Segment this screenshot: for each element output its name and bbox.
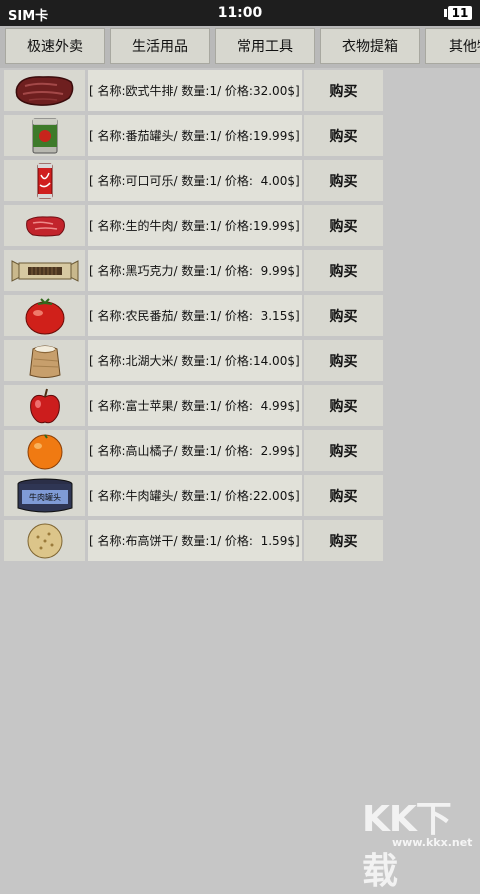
list-item: [ 名称:北湖大米/ 数量:1/ 价格:14.00$] 购买: [4, 340, 384, 381]
product-image: [4, 385, 85, 426]
buy-button[interactable]: 购买: [304, 295, 383, 336]
tab-common-tools[interactable]: 常用工具: [215, 28, 315, 64]
product-info: [ 名称:北湖大米/ 数量:1/ 价格:14.00$]: [88, 340, 302, 381]
tab-clothing-case[interactable]: 衣物提箱: [320, 28, 420, 64]
product-info: [ 名称:欧式牛排/ 数量:1/ 价格:32.00$]: [88, 70, 302, 111]
product-info: [ 名称:农民番茄/ 数量:1/ 价格: 3.15$]: [88, 295, 302, 336]
product-info: [ 名称:布高饼干/ 数量:1/ 价格: 1.59$]: [88, 520, 302, 561]
product-image: [4, 115, 85, 156]
list-item: [ 名称:可口可乐/ 数量:1/ 价格: 4.00$] 购买: [4, 160, 384, 201]
product-image: [4, 205, 85, 246]
product-image: [4, 340, 85, 381]
rice-sack-icon: [28, 345, 61, 378]
buy-button[interactable]: 购买: [304, 520, 383, 561]
buy-button[interactable]: 购买: [304, 385, 383, 426]
product-info: [ 名称:牛肉罐头/ 数量:1/ 价格:22.00$]: [88, 475, 302, 516]
beef-can-label: 牛肉罐头: [29, 492, 61, 502]
battery-icon: 11: [444, 6, 472, 20]
watermark-url: www.kkx.net: [392, 836, 473, 849]
chocolate-icon: [11, 259, 78, 282]
product-image: [4, 160, 85, 201]
product-info: [ 名称:番茄罐头/ 数量:1/ 价格:19.99$]: [88, 115, 302, 156]
product-image: [4, 430, 85, 471]
product-image: [4, 250, 85, 291]
buy-button[interactable]: 购买: [304, 70, 383, 111]
list-item: [ 名称:欧式牛排/ 数量:1/ 价格:32.00$] 购买: [4, 70, 384, 111]
list-item: [ 名称:高山橘子/ 数量:1/ 价格: 2.99$] 购买: [4, 430, 384, 471]
buy-button[interactable]: 购买: [304, 205, 383, 246]
product-info: [ 名称:高山橘子/ 数量:1/ 价格: 2.99$]: [88, 430, 302, 471]
cola-icon: [37, 163, 52, 198]
tomato-can-icon: [32, 118, 57, 153]
status-bar: SIM卡 11:00 11: [0, 0, 480, 26]
product-image: [4, 70, 85, 111]
orange-icon: [27, 433, 62, 469]
tab-daily-goods[interactable]: 生活用品: [110, 28, 210, 64]
buy-button[interactable]: 购买: [304, 250, 383, 291]
apple-icon: [29, 388, 60, 423]
clock: 11:00: [217, 5, 263, 21]
buy-button[interactable]: 购买: [304, 430, 383, 471]
product-image: [4, 520, 85, 561]
list-item: [ 名称:生的牛肉/ 数量:1/ 价格:19.99$] 购买: [4, 205, 384, 246]
product-image: 牛肉罐头: [4, 475, 85, 516]
biscuit-icon: [27, 523, 62, 558]
category-tab-bar: 极速外卖 生活用品 常用工具 衣物提箱 其他物: [0, 26, 480, 68]
beef-can-icon: 牛肉罐头: [17, 478, 72, 512]
buy-button[interactable]: 购买: [304, 160, 383, 201]
product-image: [4, 295, 85, 336]
list-item: 牛肉罐头 [ 名称:牛肉罐头/ 数量:1/ 价格:22.00$] 购买: [4, 475, 384, 516]
tomato-icon: [25, 297, 64, 334]
product-info: [ 名称:黑巧克力/ 数量:1/ 价格: 9.99$]: [88, 250, 302, 291]
tab-fast-delivery[interactable]: 极速外卖: [5, 28, 105, 64]
buy-button[interactable]: 购买: [304, 475, 383, 516]
steak-icon: [15, 75, 73, 106]
product-info: [ 名称:可口可乐/ 数量:1/ 价格: 4.00$]: [88, 160, 302, 201]
list-item: [ 名称:黑巧克力/ 数量:1/ 价格: 9.99$] 购买: [4, 250, 384, 291]
list-item: [ 名称:番茄罐头/ 数量:1/ 价格:19.99$] 购买: [4, 115, 384, 156]
raw-beef-icon: [25, 215, 65, 236]
list-item: [ 名称:农民番茄/ 数量:1/ 价格: 3.15$] 购买: [4, 295, 384, 336]
watermark: KK下载 www.kkx.net: [362, 790, 474, 892]
list-item: [ 名称:布高饼干/ 数量:1/ 价格: 1.59$] 购买: [4, 520, 384, 561]
buy-button[interactable]: 购买: [304, 340, 383, 381]
product-info: [ 名称:生的牛肉/ 数量:1/ 价格:19.99$]: [88, 205, 302, 246]
product-info: [ 名称:富士苹果/ 数量:1/ 价格: 4.99$]: [88, 385, 302, 426]
tab-other[interactable]: 其他物: [425, 28, 480, 64]
list-item: [ 名称:富士苹果/ 数量:1/ 价格: 4.99$] 购买: [4, 385, 384, 426]
buy-button[interactable]: 购买: [304, 115, 383, 156]
